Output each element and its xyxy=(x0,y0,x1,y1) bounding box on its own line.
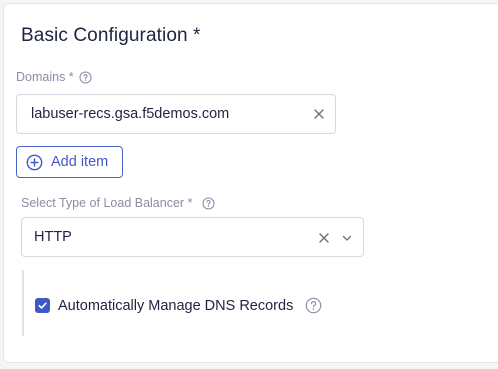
question-circle-icon[interactable] xyxy=(305,297,322,314)
dns-checkbox-row: Automatically Manage DNS Records xyxy=(35,297,322,314)
lb-type-label: Select Type of Load Balancer * xyxy=(21,196,193,210)
check-icon xyxy=(38,302,47,309)
domain-input[interactable]: labuser-recs.gsa.f5demos.com xyxy=(16,94,336,134)
question-circle-icon[interactable] xyxy=(202,196,215,210)
domains-label: Domains * xyxy=(16,70,74,84)
close-icon[interactable] xyxy=(317,231,331,245)
plus-circle-icon xyxy=(26,154,43,171)
section-title: Basic Configuration * xyxy=(21,25,201,46)
question-circle-icon[interactable] xyxy=(79,70,92,84)
add-item-button[interactable]: Add item xyxy=(16,146,123,178)
lb-type-label-row: Select Type of Load Balancer * xyxy=(21,196,215,210)
domain-input-value: labuser-recs.gsa.f5demos.com xyxy=(31,106,230,122)
domains-label-row: Domains * xyxy=(16,70,92,84)
nested-indent-bar xyxy=(22,270,24,336)
basic-configuration-card: Basic Configuration * Domains * labuser-… xyxy=(3,3,498,363)
chevron-down-icon[interactable] xyxy=(341,232,353,244)
lb-type-select[interactable]: HTTP xyxy=(21,217,364,257)
dns-checkbox-label: Automatically Manage DNS Records xyxy=(58,297,294,314)
add-item-label: Add item xyxy=(51,154,109,170)
close-icon[interactable] xyxy=(312,107,326,121)
lb-type-select-value: HTTP xyxy=(34,229,72,245)
dns-checkbox[interactable] xyxy=(35,298,50,313)
